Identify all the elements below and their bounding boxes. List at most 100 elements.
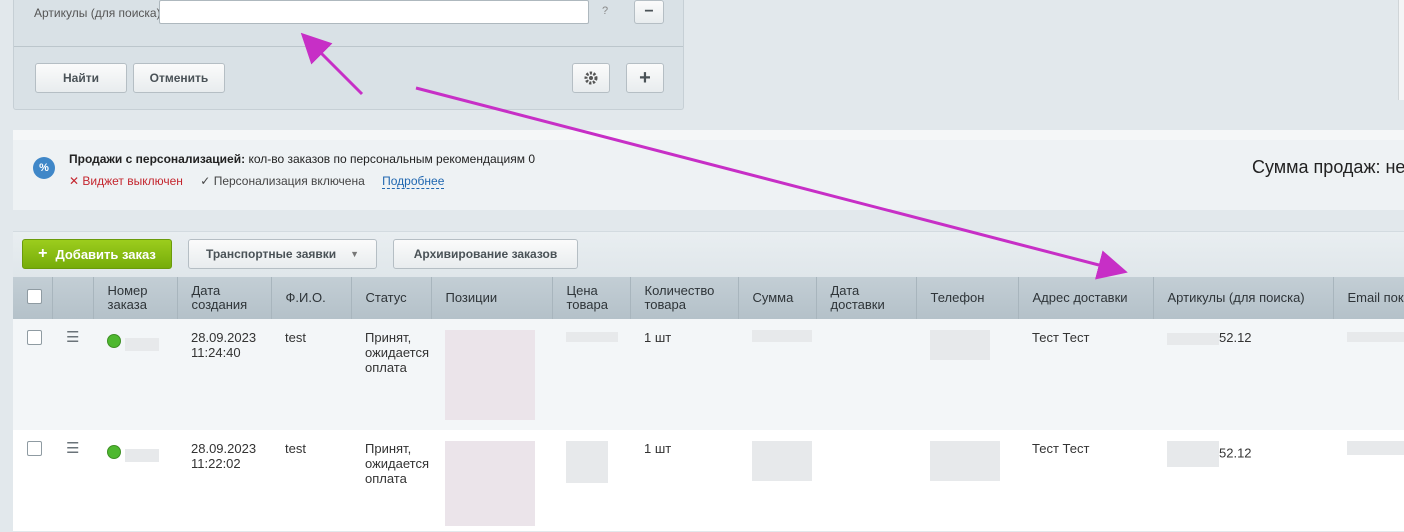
- orders-toolbar: + Добавить заказ Транспортные заявки ▼ А…: [13, 231, 1404, 278]
- quantity-cell: 1 шт: [630, 319, 738, 430]
- column-header[interactable]: Дата создания: [177, 277, 272, 319]
- phone-cell: [916, 430, 1018, 531]
- column-header[interactable]: Телефон: [916, 277, 1019, 319]
- filter-settings-button[interactable]: [572, 63, 610, 93]
- redacted-block: [566, 332, 618, 342]
- date-cell: 28.09.2023 11:22:02: [177, 430, 271, 531]
- select-all-checkbox[interactable]: [27, 289, 42, 304]
- date-cell: 28.09.2023 11:24:40: [177, 319, 271, 430]
- promo-title: Продажи с персонализацией: кол-во заказо…: [69, 152, 535, 166]
- redacted-block: [445, 441, 535, 526]
- redacted-block: [566, 441, 608, 483]
- promo-title-text: кол-во заказов по персональным рекоменда…: [248, 152, 535, 166]
- articles-search-input[interactable]: [159, 0, 589, 24]
- sales-sum: Сумма продаж: не: [1252, 157, 1404, 177]
- column-header[interactable]: Артикулы (для поиска): [1153, 277, 1334, 319]
- menu-header: [52, 277, 94, 319]
- select-all-header: [13, 277, 53, 319]
- table-row[interactable]: ☰ 28.09.2023 11:22:02 test Принят, ожида…: [13, 430, 1404, 531]
- hamburger-menu-icon[interactable]: ☰: [66, 329, 79, 346]
- plus-icon: +: [38, 245, 48, 262]
- column-header[interactable]: Email пок: [1333, 277, 1404, 319]
- status-dot-icon: [107, 334, 121, 348]
- price-cell: [552, 319, 630, 430]
- delivery-date-cell: [816, 319, 916, 430]
- redacted-block: [930, 441, 1000, 481]
- redacted-block: [930, 330, 990, 360]
- email-cell: [1333, 319, 1404, 430]
- phone-cell: [916, 319, 1018, 430]
- order-number-cell: [93, 319, 177, 430]
- redacted-block: [124, 338, 159, 352]
- positions-cell: [431, 319, 552, 430]
- fio-cell: test: [271, 319, 351, 430]
- personalization-icon: %: [33, 157, 55, 179]
- table-header-row: Номер заказа Дата создания Ф.И.О. Статус…: [13, 277, 1404, 319]
- redacted-block: [1347, 332, 1404, 342]
- orders-table: Номер заказа Дата создания Ф.И.О. Статус…: [13, 277, 1404, 532]
- column-header[interactable]: Номер заказа: [93, 277, 178, 319]
- check-icon: ✓: [200, 174, 211, 188]
- widget-off-label: Виджет выключен: [82, 174, 183, 188]
- column-header[interactable]: Позиции: [431, 277, 553, 319]
- promo-status: ✕ Виджет выключен ✓ Персонализация включ…: [69, 174, 445, 189]
- add-order-button[interactable]: + Добавить заказ: [22, 239, 172, 269]
- table-row[interactable]: ☰ 28.09.2023 11:24:40 test Принят, ожида…: [13, 319, 1404, 430]
- status-dot-icon: [107, 445, 121, 459]
- more-link[interactable]: Подробнее: [382, 174, 445, 189]
- personalization-on-status: ✓ Персонализация включена: [200, 174, 365, 188]
- row-menu-cell: ☰: [52, 430, 93, 531]
- add-order-label: Добавить заказ: [55, 246, 156, 262]
- gear-icon: [584, 71, 598, 85]
- positions-cell: [431, 430, 552, 531]
- filter-label-articles: Артикулы (для поиска):: [34, 6, 164, 20]
- address-cell: Тест Тест: [1018, 430, 1153, 531]
- hamburger-menu-icon[interactable]: ☰: [66, 440, 79, 457]
- promo-title-bold: Продажи с персонализацией:: [69, 152, 246, 166]
- redacted-block: [752, 330, 812, 342]
- articles-cell: 52.12: [1153, 430, 1333, 531]
- redacted-block: [1347, 441, 1404, 455]
- row-select-cell: [13, 430, 52, 531]
- row-select-cell: [13, 319, 52, 430]
- order-number-cell: [93, 430, 177, 531]
- row-checkbox[interactable]: [27, 330, 42, 345]
- transport-requests-button[interactable]: Транспортные заявки ▼: [188, 239, 377, 269]
- email-cell: [1333, 430, 1404, 531]
- archive-orders-button[interactable]: Архивирование заказов: [393, 239, 578, 269]
- articles-cell: 52.12: [1153, 319, 1333, 430]
- row-checkbox[interactable]: [27, 441, 42, 456]
- status-cell: Принят, ожидается оплата: [351, 430, 431, 531]
- column-header[interactable]: Цена товара: [552, 277, 631, 319]
- articles-value: 52.12: [1219, 330, 1252, 345]
- help-icon[interactable]: ?: [602, 5, 608, 17]
- find-button[interactable]: Найти: [35, 63, 127, 93]
- cancel-button[interactable]: Отменить: [133, 63, 225, 93]
- redacted-block: [752, 441, 812, 481]
- fio-cell: test: [271, 430, 351, 531]
- widget-off-status: ✕ Виджет выключен: [69, 174, 183, 188]
- address-cell: Тест Тест: [1018, 319, 1153, 430]
- redacted-block: [124, 449, 159, 463]
- cross-icon: ✕: [69, 174, 80, 188]
- redacted-block: [445, 330, 535, 420]
- column-header[interactable]: Дата доставки: [816, 277, 917, 319]
- transport-requests-label: Транспортные заявки: [205, 247, 337, 261]
- redacted-block: [1167, 441, 1219, 467]
- delivery-date-cell: [816, 430, 916, 531]
- column-header[interactable]: Сумма: [738, 277, 817, 319]
- add-filter-button[interactable]: +: [626, 63, 664, 93]
- column-header[interactable]: Статус: [351, 277, 432, 319]
- column-header[interactable]: Количество товара: [630, 277, 739, 319]
- remove-filter-button[interactable]: −: [634, 0, 664, 24]
- scrollbar-track[interactable]: [1398, 0, 1404, 100]
- personalization-on-label: Персонализация включена: [213, 174, 365, 188]
- column-header[interactable]: Ф.И.О.: [271, 277, 352, 319]
- quantity-cell: 1 шт: [630, 430, 738, 531]
- sum-cell: [738, 430, 816, 531]
- sum-cell: [738, 319, 816, 430]
- status-cell: Принят, ожидается оплата: [351, 319, 431, 430]
- column-header[interactable]: Адрес доставки: [1018, 277, 1154, 319]
- row-menu-cell: ☰: [52, 319, 93, 430]
- articles-value: 52.12: [1219, 445, 1252, 461]
